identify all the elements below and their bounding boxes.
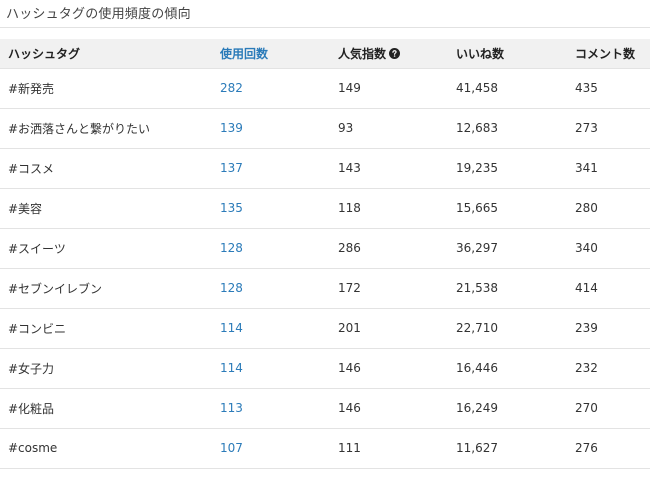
column-header-likes: いいね数 — [456, 46, 505, 61]
cell-comments: 280 — [575, 201, 598, 215]
cell-hashtag: #セブンイレブン — [8, 281, 103, 296]
cell-likes: 12,683 — [456, 121, 498, 135]
cell-comments: 232 — [575, 361, 598, 375]
title-divider — [0, 27, 650, 28]
cell-usage-count: 128 — [220, 281, 243, 295]
table-body: #新発売 282 149 41,458 435 #お洒落さんと繋がりたい 139… — [0, 68, 650, 468]
cell-usage-count: 137 — [220, 161, 243, 175]
cell-comments: 414 — [575, 281, 598, 295]
cell-hashtag: #お洒落さんと繋がりたい — [8, 121, 151, 136]
cell-popularity-index: 143 — [338, 161, 361, 175]
cell-comments: 341 — [575, 161, 598, 175]
cell-usage-count: 107 — [220, 441, 243, 455]
cell-popularity-index: 146 — [338, 361, 361, 375]
cell-popularity-index: 286 — [338, 241, 361, 255]
cell-likes: 22,710 — [456, 321, 498, 335]
cell-usage-count: 114 — [220, 321, 243, 335]
cell-popularity-index: 146 — [338, 401, 361, 415]
page-title: ハッシュタグの使用頻度の傾向 — [6, 7, 191, 22]
cell-comments: 340 — [575, 241, 598, 255]
cell-usage-count: 135 — [220, 201, 243, 215]
cell-hashtag: #コスメ — [8, 161, 55, 176]
table-header-row: ハッシュタグ 使用回数 人気指数 いいね数 コメント数 — [0, 39, 650, 68]
column-header-comments: コメント数 — [575, 46, 636, 61]
help-circle-icon[interactable] — [389, 47, 401, 59]
cell-likes: 19,235 — [456, 161, 498, 175]
table-row: #女子力 114 146 16,446 232 — [0, 348, 650, 388]
cell-likes: 11,627 — [456, 441, 498, 455]
column-header-usage-count[interactable]: 使用回数 — [212, 39, 330, 68]
table-row: #セブンイレブン 128 172 21,538 414 — [0, 268, 650, 308]
cell-hashtag: #女子力 — [8, 361, 55, 376]
cell-popularity-index: 118 — [338, 201, 361, 215]
cell-hashtag: #新発売 — [8, 81, 55, 96]
cell-usage-count: 139 — [220, 121, 243, 135]
cell-popularity-index: 111 — [338, 441, 361, 455]
cell-likes: 41,458 — [456, 81, 498, 95]
cell-likes: 21,538 — [456, 281, 498, 295]
cell-hashtag: #cosme — [8, 441, 58, 455]
cell-comments: 273 — [575, 121, 598, 135]
table-row: #お洒落さんと繋がりたい 139 93 12,683 273 — [0, 108, 650, 148]
table-row: #美容 135 118 15,665 280 — [0, 188, 650, 228]
cell-comments: 239 — [575, 321, 598, 335]
table-row: #コスメ 137 143 19,235 341 — [0, 148, 650, 188]
cell-comments: 435 — [575, 81, 598, 95]
table-row: #スイーツ 128 286 36,297 340 — [0, 228, 650, 268]
table-row: #化粧品 113 146 16,249 270 — [0, 388, 650, 428]
cell-comments: 276 — [575, 441, 598, 455]
cell-usage-count: 114 — [220, 361, 243, 375]
table-row: #cosme 107 111 11,627 276 — [0, 428, 650, 468]
cell-hashtag: #コンビニ — [8, 321, 67, 336]
table-row: #新発売 282 149 41,458 435 — [0, 68, 650, 108]
cell-usage-count: 128 — [220, 241, 243, 255]
cell-likes: 16,446 — [456, 361, 498, 375]
table-header: ハッシュタグ 使用回数 人気指数 いいね数 コメント数 — [0, 39, 650, 68]
cell-popularity-index: 201 — [338, 321, 361, 335]
hashtag-table: ハッシュタグ 使用回数 人気指数 いいね数 コメント数 #新発売 282 149… — [0, 39, 650, 469]
column-header-hashtag: ハッシュタグ — [8, 46, 81, 61]
cell-usage-count: 113 — [220, 401, 243, 415]
cell-likes: 36,297 — [456, 241, 498, 255]
cell-popularity-index: 149 — [338, 81, 361, 95]
cell-usage-count: 282 — [220, 81, 243, 95]
cell-comments: 270 — [575, 401, 598, 415]
column-header-popularity-label: 人気指数 — [338, 46, 387, 61]
column-header-popularity-index: 人気指数 — [330, 39, 448, 68]
cell-popularity-index: 93 — [338, 121, 354, 135]
cell-hashtag: #化粧品 — [8, 401, 55, 416]
cell-likes: 15,665 — [456, 201, 498, 215]
cell-likes: 16,249 — [456, 401, 498, 415]
cell-popularity-index: 172 — [338, 281, 361, 295]
table-row: #コンビニ 114 201 22,710 239 — [0, 308, 650, 348]
cell-hashtag: #美容 — [8, 201, 43, 216]
cell-hashtag: #スイーツ — [8, 241, 66, 256]
